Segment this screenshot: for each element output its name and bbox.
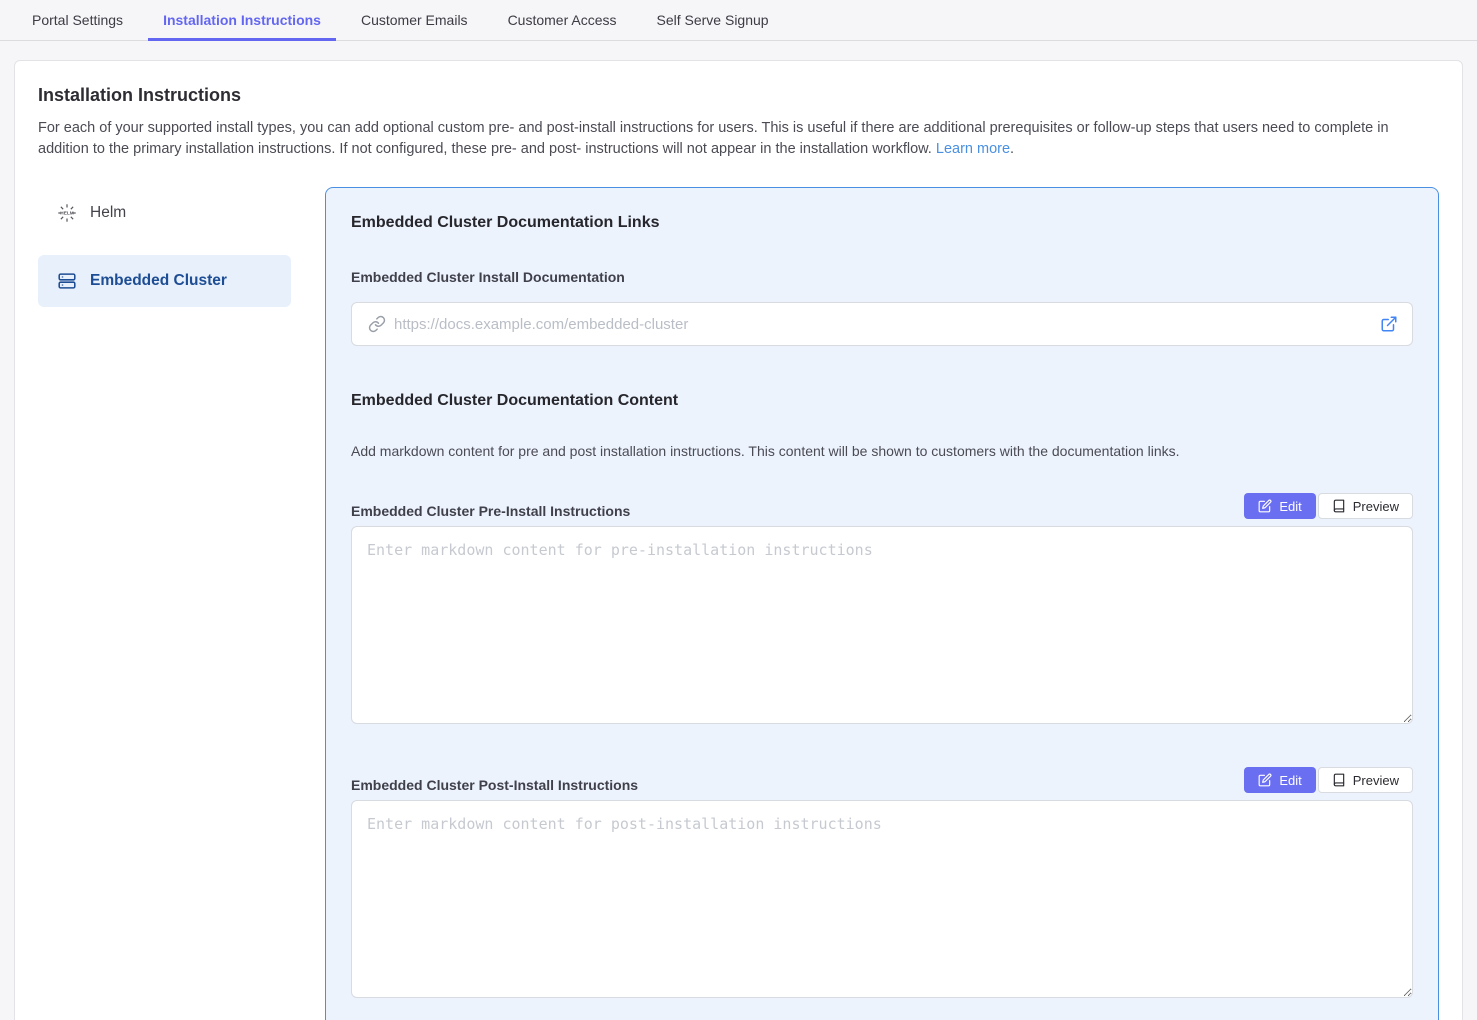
svg-text:HELM: HELM bbox=[60, 211, 74, 217]
pre-install-preview-button[interactable]: Preview bbox=[1318, 493, 1413, 519]
tab-customer-access[interactable]: Customer Access bbox=[493, 0, 632, 40]
book-icon bbox=[1332, 499, 1346, 513]
tab-portal-settings[interactable]: Portal Settings bbox=[17, 0, 138, 40]
edit-button-label: Edit bbox=[1279, 500, 1301, 513]
learn-more-link[interactable]: Learn more bbox=[936, 141, 1010, 157]
pre-install-mode-toggle: Edit Preview bbox=[1244, 493, 1413, 519]
settings-tabbar: Portal Settings Installation Instruction… bbox=[0, 0, 1477, 41]
install-documentation-input-wrap bbox=[351, 302, 1413, 346]
documentation-content-description: Add markdown content for pre and post in… bbox=[351, 443, 1413, 459]
preview-button-label: Preview bbox=[1353, 500, 1399, 513]
open-external-link-button[interactable] bbox=[1380, 315, 1398, 333]
edit-icon bbox=[1258, 499, 1272, 513]
post-install-label: Embedded Cluster Post-Install Instructio… bbox=[351, 777, 638, 793]
page-title: Installation Instructions bbox=[38, 85, 1439, 106]
post-install-editor: Embedded Cluster Post-Install Instructio… bbox=[351, 767, 1413, 1003]
documentation-links-section: Embedded Cluster Documentation Links Emb… bbox=[351, 214, 1413, 346]
nav-item-label: Helm bbox=[90, 204, 126, 222]
preview-button-label: Preview bbox=[1353, 774, 1399, 787]
pre-install-editor: Embedded Cluster Pre-Install Instruction… bbox=[351, 493, 1413, 729]
installation-instructions-card: Installation Instructions For each of yo… bbox=[14, 60, 1463, 1020]
pre-install-edit-button[interactable]: Edit bbox=[1244, 493, 1315, 519]
install-documentation-url-input[interactable] bbox=[394, 316, 1372, 333]
nav-item-embedded-cluster[interactable]: Embedded Cluster bbox=[38, 255, 291, 307]
edit-button-label: Edit bbox=[1279, 774, 1301, 787]
nav-item-helm[interactable]: HELM Helm bbox=[38, 187, 291, 239]
period: . bbox=[1010, 141, 1014, 157]
pre-install-label: Embedded Cluster Pre-Install Instruction… bbox=[351, 503, 630, 519]
edit-icon bbox=[1258, 773, 1272, 787]
server-stack-icon bbox=[56, 270, 78, 292]
nav-item-label: Embedded Cluster bbox=[90, 272, 227, 290]
embedded-cluster-panel: Embedded Cluster Documentation Links Emb… bbox=[325, 187, 1439, 1020]
post-install-edit-button[interactable]: Edit bbox=[1244, 767, 1315, 793]
documentation-content-heading: Embedded Cluster Documentation Content bbox=[351, 392, 1413, 410]
tab-self-serve-signup[interactable]: Self Serve Signup bbox=[642, 0, 784, 40]
tab-installation-instructions[interactable]: Installation Instructions bbox=[148, 0, 336, 40]
book-icon bbox=[1332, 773, 1346, 787]
documentation-links-heading: Embedded Cluster Documentation Links bbox=[351, 214, 1413, 232]
post-install-mode-toggle: Edit Preview bbox=[1244, 767, 1413, 793]
link-icon bbox=[368, 315, 386, 333]
post-install-textarea[interactable] bbox=[351, 800, 1413, 998]
tab-customer-emails[interactable]: Customer Emails bbox=[346, 0, 483, 40]
page-description: For each of your supported install types… bbox=[38, 118, 1428, 159]
install-documentation-label: Embedded Cluster Install Documentation bbox=[351, 269, 1413, 285]
helm-icon: HELM bbox=[56, 202, 78, 224]
pre-install-textarea[interactable] bbox=[351, 526, 1413, 724]
page-description-text: For each of your supported install types… bbox=[38, 120, 1389, 157]
post-install-preview-button[interactable]: Preview bbox=[1318, 767, 1413, 793]
install-type-nav: HELM Helm Embedded Cluster bbox=[38, 187, 291, 323]
